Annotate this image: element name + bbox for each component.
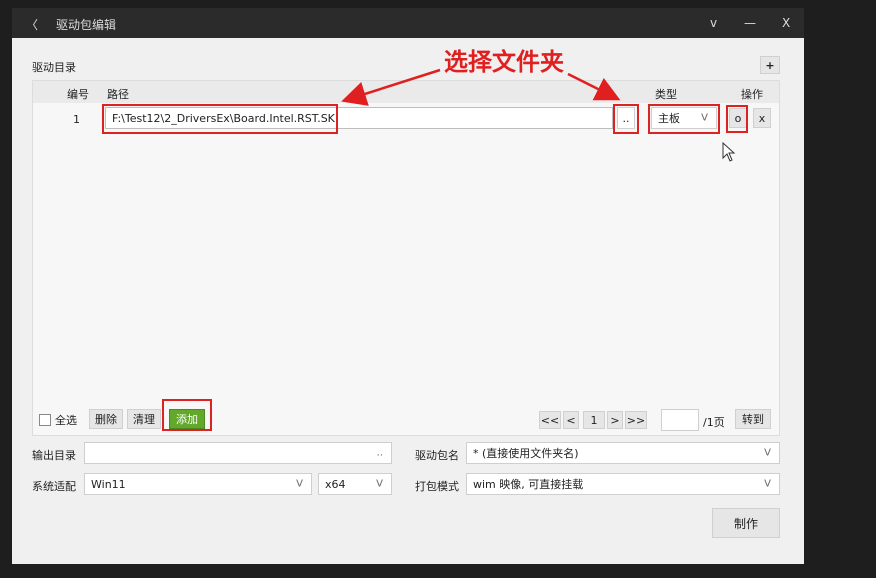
driver-package-editor-window: 〈 驱动包编辑 v — X 驱动目录 + 编号 路径 类型 操作 1 F:\Te…	[12, 8, 804, 564]
annotation-arrows-icon	[341, 68, 621, 106]
mouse-cursor-icon	[722, 142, 736, 162]
